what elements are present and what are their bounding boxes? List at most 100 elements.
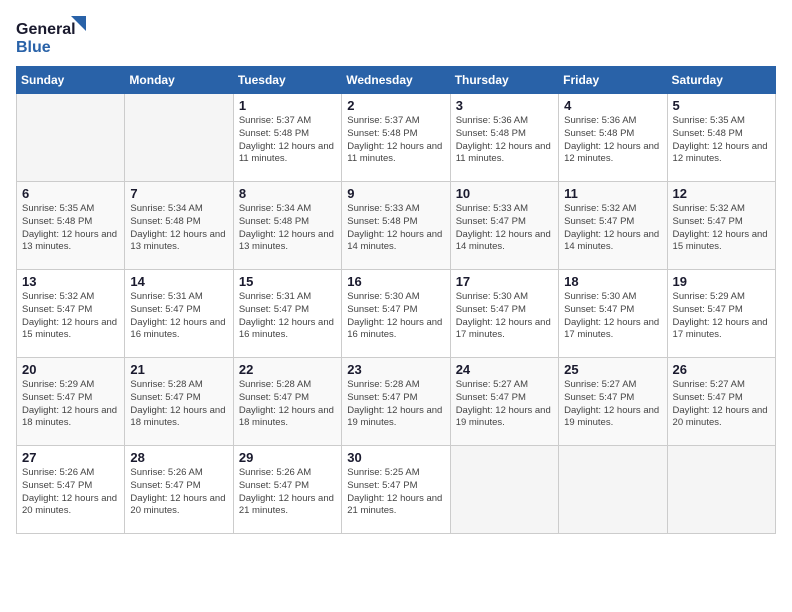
day-number: 21	[130, 362, 227, 377]
calendar-week-1: 6Sunrise: 5:35 AM Sunset: 5:48 PM Daylig…	[17, 182, 776, 270]
calendar-cell: 6Sunrise: 5:35 AM Sunset: 5:48 PM Daylig…	[17, 182, 125, 270]
day-number: 2	[347, 98, 444, 113]
day-detail: Sunrise: 5:31 AM Sunset: 5:47 PM Dayligh…	[130, 291, 227, 342]
calendar-cell: 25Sunrise: 5:27 AM Sunset: 5:47 PM Dayli…	[559, 358, 667, 446]
day-number: 4	[564, 98, 661, 113]
calendar-cell: 24Sunrise: 5:27 AM Sunset: 5:47 PM Dayli…	[450, 358, 558, 446]
day-number: 25	[564, 362, 661, 377]
day-detail: Sunrise: 5:35 AM Sunset: 5:48 PM Dayligh…	[673, 115, 770, 166]
day-number: 18	[564, 274, 661, 289]
day-detail: Sunrise: 5:30 AM Sunset: 5:47 PM Dayligh…	[456, 291, 553, 342]
col-header-sunday: Sunday	[17, 67, 125, 94]
day-number: 1	[239, 98, 336, 113]
calendar-cell: 29 Sunrise: 5:26 AM Sunset: 5:47 PM Dayli…	[233, 446, 341, 534]
day-detail: Sunrise: 5:32 AM Sunset: 5:47 PM Dayligh…	[673, 203, 770, 254]
col-header-monday: Monday	[125, 67, 233, 94]
day-detail: Sunrise: 5:30 AM Sunset: 5:47 PM Dayligh…	[347, 291, 444, 342]
svg-text:General: General	[16, 21, 76, 38]
calendar-cell	[125, 94, 233, 182]
day-detail: Sunrise: 5:26 AM Sunset: 5:47 PM Dayligh…	[130, 467, 227, 518]
calendar-cell: 19 Sunrise: 5:29 AM Sunset: 5:47 PM Dayli…	[667, 270, 775, 358]
header: GeneralBlue	[16, 16, 776, 56]
calendar-cell: 30 Sunrise: 5:25 AM Sunset: 5:47 PM Dayli…	[342, 446, 450, 534]
day-number: 9	[347, 186, 444, 201]
calendar-cell: 17 Sunrise: 5:30 AM Sunset: 5:47 PM Dayli…	[450, 270, 558, 358]
day-detail: Sunrise: 5:36 AM Sunset: 5:48 PM Dayligh…	[456, 115, 553, 166]
calendar-cell: 26 Sunrise: 5:27 AM Sunset: 5:47 PM Dayli…	[667, 358, 775, 446]
calendar-cell: 2 Sunrise: 5:37 AM Sunset: 5:48 PM Daylig…	[342, 94, 450, 182]
day-detail: Sunrise: 5:26 AM Sunset: 5:47 PM Dayligh…	[22, 467, 119, 518]
calendar-week-3: 20Sunrise: 5:29 AM Sunset: 5:47 PM Dayli…	[17, 358, 776, 446]
day-number: 3	[456, 98, 553, 113]
day-number: 14	[130, 274, 227, 289]
day-number: 22	[239, 362, 336, 377]
calendar-table: SundayMondayTuesdayWednesdayThursdayFrid…	[16, 66, 776, 534]
col-header-tuesday: Tuesday	[233, 67, 341, 94]
day-detail: Sunrise: 5:28 AM Sunset: 5:47 PM Dayligh…	[130, 379, 227, 430]
logo-svg: GeneralBlue	[16, 16, 86, 56]
day-detail: Sunrise: 5:34 AM Sunset: 5:48 PM Dayligh…	[239, 203, 336, 254]
day-detail: Sunrise: 5:26 AM Sunset: 5:47 PM Dayligh…	[239, 467, 336, 518]
day-detail: Sunrise: 5:33 AM Sunset: 5:47 PM Dayligh…	[456, 203, 553, 254]
calendar-cell: 13 Sunrise: 5:32 AM Sunset: 5:47 PM Dayli…	[17, 270, 125, 358]
calendar-cell: 11 Sunrise: 5:32 AM Sunset: 5:47 PM Dayli…	[559, 182, 667, 270]
day-number: 27	[22, 450, 119, 465]
day-detail: Sunrise: 5:33 AM Sunset: 5:48 PM Dayligh…	[347, 203, 444, 254]
logo: GeneralBlue	[16, 16, 86, 56]
calendar-cell	[667, 446, 775, 534]
calendar-cell: 14 Sunrise: 5:31 AM Sunset: 5:47 PM Dayli…	[125, 270, 233, 358]
day-number: 26	[673, 362, 770, 377]
col-header-wednesday: Wednesday	[342, 67, 450, 94]
day-detail: Sunrise: 5:32 AM Sunset: 5:47 PM Dayligh…	[22, 291, 119, 342]
calendar-cell: 5 Sunrise: 5:35 AM Sunset: 5:48 PM Daylig…	[667, 94, 775, 182]
day-detail: Sunrise: 5:37 AM Sunset: 5:48 PM Dayligh…	[239, 115, 336, 166]
calendar-cell: 4 Sunrise: 5:36 AM Sunset: 5:48 PM Daylig…	[559, 94, 667, 182]
calendar-cell: 9 Sunrise: 5:33 AM Sunset: 5:48 PM Daylig…	[342, 182, 450, 270]
day-number: 16	[347, 274, 444, 289]
calendar-cell: 15Sunrise: 5:31 AM Sunset: 5:47 PM Dayli…	[233, 270, 341, 358]
calendar-cell: 1 Sunrise: 5:37 AM Sunset: 5:48 PM Daylig…	[233, 94, 341, 182]
calendar-week-4: 27 Sunrise: 5:26 AM Sunset: 5:47 PM Dayli…	[17, 446, 776, 534]
day-number: 17	[456, 274, 553, 289]
day-detail: Sunrise: 5:28 AM Sunset: 5:47 PM Dayligh…	[347, 379, 444, 430]
day-number: 30	[347, 450, 444, 465]
day-detail: Sunrise: 5:29 AM Sunset: 5:47 PM Dayligh…	[22, 379, 119, 430]
calendar-cell: 3 Sunrise: 5:36 AM Sunset: 5:48 PM Daylig…	[450, 94, 558, 182]
col-header-thursday: Thursday	[450, 67, 558, 94]
calendar-cell: 22 Sunrise: 5:28 AM Sunset: 5:47 PM Dayli…	[233, 358, 341, 446]
calendar-cell: 12Sunrise: 5:32 AM Sunset: 5:47 PM Dayli…	[667, 182, 775, 270]
day-number: 7	[130, 186, 227, 201]
day-detail: Sunrise: 5:30 AM Sunset: 5:47 PM Dayligh…	[564, 291, 661, 342]
day-number: 10	[456, 186, 553, 201]
day-detail: Sunrise: 5:34 AM Sunset: 5:48 PM Dayligh…	[130, 203, 227, 254]
calendar-cell: 10 Sunrise: 5:33 AM Sunset: 5:47 PM Dayli…	[450, 182, 558, 270]
day-detail: Sunrise: 5:27 AM Sunset: 5:47 PM Dayligh…	[673, 379, 770, 430]
day-detail: Sunrise: 5:37 AM Sunset: 5:48 PM Dayligh…	[347, 115, 444, 166]
day-detail: Sunrise: 5:28 AM Sunset: 5:47 PM Dayligh…	[239, 379, 336, 430]
calendar-cell	[450, 446, 558, 534]
calendar-cell: 20Sunrise: 5:29 AM Sunset: 5:47 PM Dayli…	[17, 358, 125, 446]
calendar-cell: 23Sunrise: 5:28 AM Sunset: 5:47 PM Dayli…	[342, 358, 450, 446]
day-number: 15	[239, 274, 336, 289]
day-detail: Sunrise: 5:32 AM Sunset: 5:47 PM Dayligh…	[564, 203, 661, 254]
calendar-week-2: 13 Sunrise: 5:32 AM Sunset: 5:47 PM Dayli…	[17, 270, 776, 358]
col-header-friday: Friday	[559, 67, 667, 94]
day-number: 29	[239, 450, 336, 465]
svg-text:Blue: Blue	[16, 39, 51, 56]
calendar-cell: 7 Sunrise: 5:34 AM Sunset: 5:48 PM Daylig…	[125, 182, 233, 270]
calendar-cell: 16 Sunrise: 5:30 AM Sunset: 5:47 PM Dayli…	[342, 270, 450, 358]
calendar-cell: 18 Sunrise: 5:30 AM Sunset: 5:47 PM Dayli…	[559, 270, 667, 358]
day-number: 5	[673, 98, 770, 113]
day-detail: Sunrise: 5:25 AM Sunset: 5:47 PM Dayligh…	[347, 467, 444, 518]
day-detail: Sunrise: 5:36 AM Sunset: 5:48 PM Dayligh…	[564, 115, 661, 166]
day-number: 11	[564, 186, 661, 201]
day-number: 28	[130, 450, 227, 465]
col-header-saturday: Saturday	[667, 67, 775, 94]
calendar-week-0: 1 Sunrise: 5:37 AM Sunset: 5:48 PM Daylig…	[17, 94, 776, 182]
day-number: 13	[22, 274, 119, 289]
day-number: 8	[239, 186, 336, 201]
day-detail: Sunrise: 5:27 AM Sunset: 5:47 PM Dayligh…	[456, 379, 553, 430]
day-number: 19	[673, 274, 770, 289]
calendar-cell	[17, 94, 125, 182]
day-detail: Sunrise: 5:29 AM Sunset: 5:47 PM Dayligh…	[673, 291, 770, 342]
